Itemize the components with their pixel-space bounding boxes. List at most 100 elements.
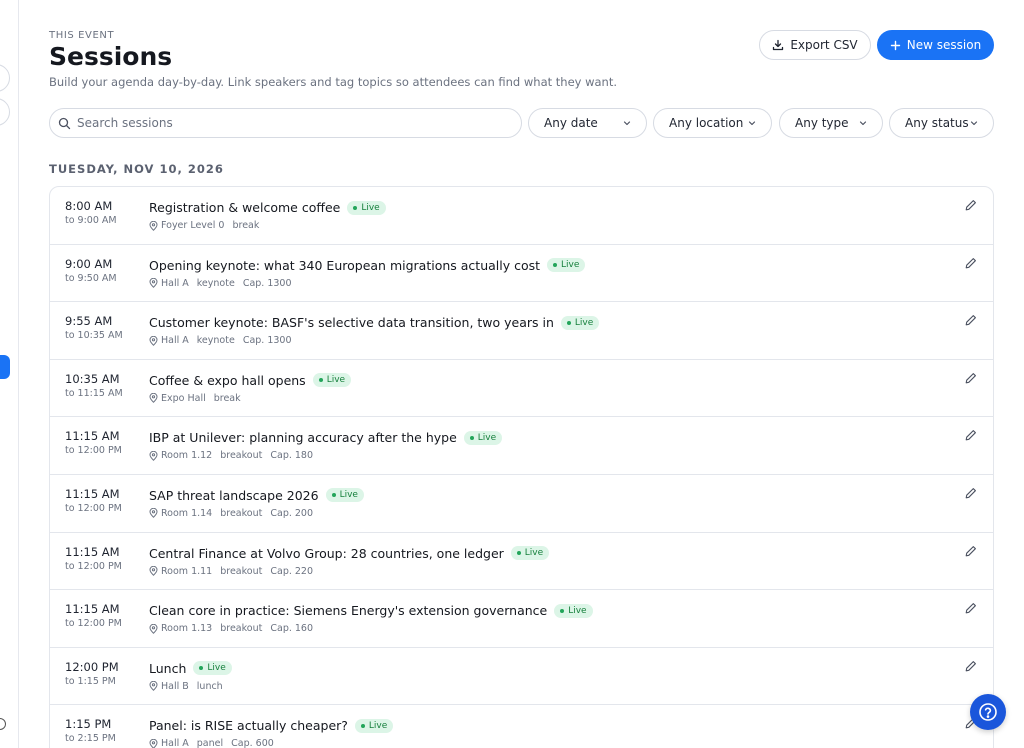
page-eyebrow: THIS EVENT: [49, 30, 115, 41]
session-capacity: Cap. 1300: [242, 277, 292, 289]
status-badge: Live: [560, 315, 600, 330]
sidebar-item-active[interactable]: [0, 355, 10, 379]
search-input[interactable]: [77, 116, 497, 130]
sidebar-footer-icon[interactable]: [0, 718, 6, 730]
session-row[interactable]: 9:55 AM to 10:35 AM Customer keynote: BA…: [50, 302, 993, 360]
session-row[interactable]: 9:00 AM to 9:50 AM Opening keynote: what…: [50, 245, 993, 303]
map-pin-icon: [149, 508, 158, 519]
map-pin-icon: [149, 278, 158, 288]
session-end-time: to 2:15 PM: [65, 733, 116, 745]
session-capacity: Cap. 220: [270, 565, 314, 577]
status-badge-label: Live: [477, 432, 497, 443]
new-session-button[interactable]: New session: [877, 30, 994, 60]
status-badge: Live: [510, 546, 550, 561]
session-type: keynote: [196, 277, 235, 289]
session-row[interactable]: 12:00 PM to 1:15 PM Lunch Live Hall B lunc…: [50, 648, 993, 706]
edit-session-button[interactable]: [963, 600, 979, 616]
pencil-icon: [965, 603, 976, 614]
edit-session-button[interactable]: [963, 543, 979, 559]
map-pin-icon: [149, 566, 158, 576]
session-location: Foyer Level 0: [161, 220, 225, 231]
session-type: break: [213, 392, 241, 404]
date-filter-label: Any date: [544, 116, 598, 130]
session-title[interactable]: Lunch: [149, 661, 186, 676]
session-end-time: to 10:35 AM: [65, 330, 123, 342]
status-filter[interactable]: Any status: [889, 108, 994, 138]
map-pin-icon: [149, 220, 158, 231]
day-heading: TUESDAY, NOV 10, 2026: [49, 162, 224, 176]
status-badge-label: Live: [568, 605, 587, 616]
session-location: Room 1.14: [161, 507, 213, 519]
session-location: Room 1.13: [161, 623, 213, 635]
session-location: Room 1.11: [161, 565, 213, 577]
session-end-time: to 12:00 PM: [65, 502, 122, 514]
session-start-time: 9:55 AM: [65, 314, 113, 329]
session-location: Hall A: [161, 335, 189, 347]
edit-session-button[interactable]: [963, 658, 979, 674]
session-title[interactable]: Opening keynote: what 340 European migra…: [149, 258, 540, 273]
session-row[interactable]: 10:35 AM to 11:15 AM Coffee & expo hall …: [50, 360, 993, 418]
session-start-time: 11:15 AM: [65, 429, 120, 444]
session-location: Hall A: [161, 277, 189, 289]
status-badge-label: Live: [326, 375, 346, 386]
session-end-time: to 1:15 PM: [65, 675, 116, 687]
session-row[interactable]: 11:15 AM to 12:00 PM Central Finance at …: [50, 533, 993, 591]
session-row[interactable]: 8:00 AM to 9:00 AM Registration & welcom…: [50, 187, 993, 245]
session-start-time: 12:00 PM: [65, 659, 119, 674]
session-row[interactable]: 11:15 AM to 12:00 PM IBP at Unilever: pl…: [50, 417, 993, 475]
session-row[interactable]: 11:15 AM to 12:00 PM Clean core in pract…: [50, 590, 993, 648]
edit-session-button[interactable]: [963, 370, 979, 386]
sidebar-nav-pill[interactable]: [0, 98, 10, 126]
session-title[interactable]: Central Finance at Volvo Group: 28 count…: [149, 546, 504, 561]
session-title[interactable]: Customer keynote: BASF's selective data …: [149, 315, 554, 330]
edit-session-button[interactable]: [963, 197, 979, 213]
session-start-time: 10:35 AM: [65, 371, 120, 386]
type-filter-label: Any type: [795, 116, 849, 130]
pencil-icon: [965, 545, 976, 556]
status-badge-label: Live: [368, 720, 388, 731]
session-title[interactable]: Clean core in practice: Siemens Energy's…: [149, 603, 547, 618]
status-badge-label: Live: [524, 548, 544, 559]
session-title[interactable]: Coffee & expo hall opens: [149, 373, 306, 388]
pencil-icon: [965, 257, 976, 268]
export-csv-label: Export CSV: [790, 38, 858, 52]
session-row[interactable]: 1:15 PM to 2:15 PM Panel: is RISE actual…: [50, 705, 993, 748]
sidebar-nav-pill[interactable]: [0, 64, 10, 92]
status-badge-label: Live: [574, 317, 594, 328]
date-filter[interactable]: Any date: [528, 108, 647, 138]
session-type: panel: [196, 738, 224, 748]
session-end-time: to 11:15 AM: [65, 387, 123, 399]
session-capacity: Cap. 200: [270, 507, 314, 519]
session-title[interactable]: SAP threat landscape 2026: [149, 488, 319, 503]
session-type: breakout: [220, 450, 263, 462]
edit-session-button[interactable]: [963, 312, 979, 328]
session-title[interactable]: Registration & welcome coffee: [149, 200, 340, 215]
session-end-time: to 12:00 PM: [65, 618, 122, 630]
session-title[interactable]: IBP at Unilever: planning accuracy after…: [149, 430, 457, 445]
help-circle-icon: [979, 703, 997, 721]
export-csv-button[interactable]: Export CSV: [759, 30, 871, 60]
edit-session-button[interactable]: [963, 485, 979, 501]
session-title[interactable]: Panel: is RISE actually cheaper?: [149, 718, 348, 733]
edit-session-button[interactable]: [963, 255, 979, 271]
session-type: breakout: [220, 623, 263, 635]
status-badge: Live: [347, 200, 386, 215]
session-start-time: 1:15 PM: [65, 717, 112, 732]
search-box: [49, 108, 522, 138]
session-location: Hall A: [161, 738, 189, 748]
status-badge: Live: [547, 258, 586, 273]
help-button[interactable]: [970, 694, 1006, 730]
map-pin-icon: [149, 623, 158, 634]
type-filter[interactable]: Any type: [779, 108, 883, 138]
session-row[interactable]: 11:15 AM to 12:00 PM SAP threat landscap…: [50, 475, 993, 533]
pencil-icon: [965, 315, 976, 326]
map-pin-icon: [149, 450, 158, 461]
location-filter[interactable]: Any location: [653, 108, 772, 138]
sidebar: [0, 0, 19, 748]
session-start-time: 11:15 AM: [65, 602, 120, 617]
session-end-time: to 9:00 AM: [65, 215, 117, 226]
chevron-down-icon: [623, 121, 631, 126]
edit-session-button[interactable]: [963, 427, 979, 443]
session-end-time: to 12:00 PM: [65, 560, 122, 572]
pencil-icon: [965, 372, 976, 384]
